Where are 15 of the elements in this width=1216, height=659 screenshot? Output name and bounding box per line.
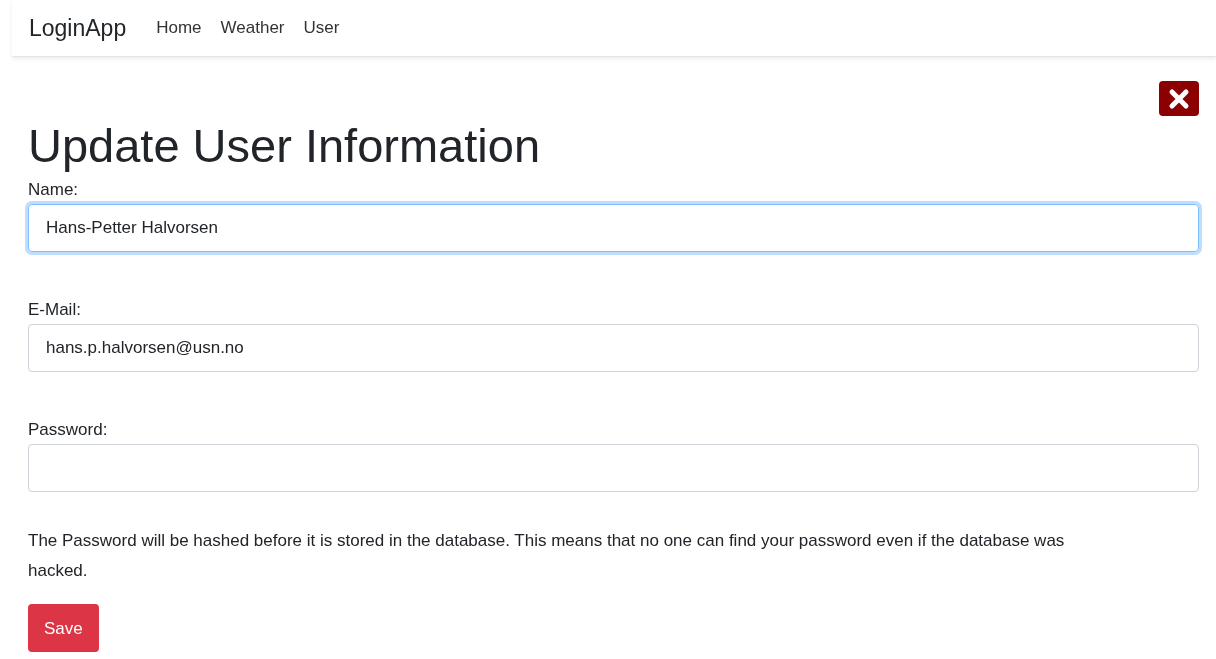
close-button[interactable]: [1159, 81, 1199, 116]
save-button[interactable]: Save: [28, 604, 99, 653]
nav-link[interactable]: Weather: [220, 15, 285, 41]
field-label: Password:: [28, 419, 109, 442]
field-label: E-Mail:: [28, 299, 82, 322]
password-note: The Password will be hashed before it is stored in the database. This means that no one can find your password even if the database was hacked.: [28, 530, 1066, 583]
brand-link[interactable]: LoginApp: [29, 10, 127, 46]
input-field[interactable]: Hans-Petter Halvorsen: [28, 204, 1199, 253]
nav-link[interactable]: Home: [156, 15, 202, 41]
page-heading: Update User Information: [28, 118, 542, 174]
input-field[interactable]: [28, 444, 1199, 493]
close-icon: [1168, 87, 1190, 110]
nav-link[interactable]: User: [303, 15, 340, 41]
field-label: Name:: [28, 179, 80, 202]
input-field[interactable]: hans.p.halvorsen@usn.no: [28, 324, 1199, 373]
